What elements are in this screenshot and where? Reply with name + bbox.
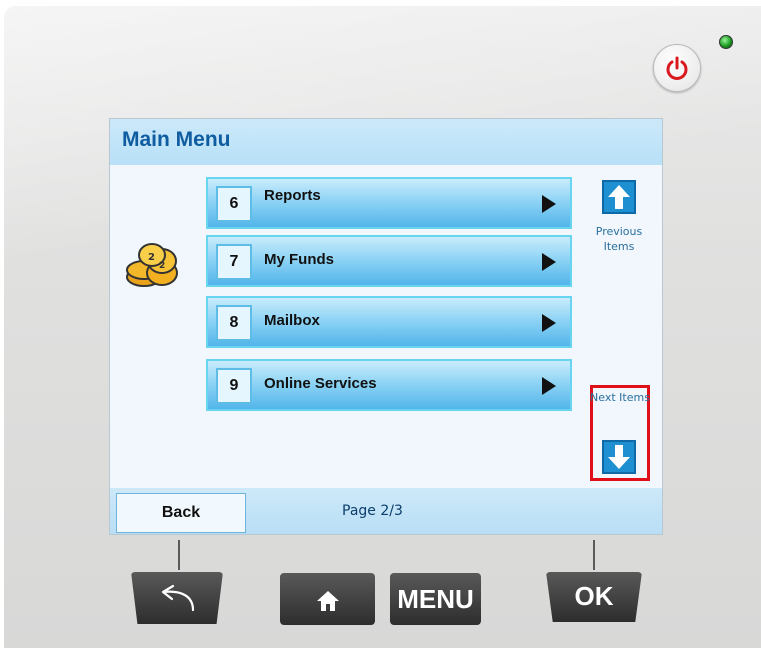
menu-button-label: MENU [397,584,474,614]
menu-item-number: 9 [216,368,252,404]
power-button[interactable] [653,44,701,92]
chevron-right-icon [542,314,556,332]
page-title: Main Menu [122,128,231,151]
menu-item-label: Reports [264,187,321,204]
status-led [719,35,733,49]
hardware-home-button[interactable] [280,573,375,625]
coins-icon: 2 2 [126,243,178,287]
menu-item-label: Mailbox [264,312,320,329]
menu-item-reports[interactable]: 6 Reports [206,177,572,229]
chevron-right-icon [542,377,556,395]
menu-item-number: 8 [216,305,252,341]
page-indicator: Page 2/3 [342,503,403,519]
undo-arrow-icon [161,584,195,612]
menu-item-number: 7 [216,244,252,280]
svg-text:2: 2 [148,252,155,263]
previous-items-button[interactable] [602,180,636,214]
divider-line [178,540,180,570]
menu-item-online-services[interactable]: 9 Online Services [206,359,572,411]
home-icon [317,591,339,611]
hardware-back-button[interactable] [131,572,223,624]
menu-item-mailbox[interactable]: 8 Mailbox [206,296,572,348]
up-arrow-icon [608,185,630,209]
bottom-bar: Back Page 2/3 [110,488,662,534]
hardware-menu-button[interactable]: MENU [390,573,481,625]
back-button[interactable]: Back [116,493,246,533]
next-items-label: Next Items [590,391,650,404]
next-items-button[interactable] [602,440,636,474]
menu-item-my-funds[interactable]: 7 My Funds [206,235,572,287]
divider-line [593,540,595,570]
down-arrow-icon [608,445,630,469]
screen: Main Menu 2 2 6 Reports 7 My Funds 8 Mai… [110,119,662,534]
chevron-right-icon [542,195,556,213]
title-bar: Main Menu [110,119,662,165]
menu-item-label: Online Services [264,375,377,392]
svg-text:2: 2 [159,261,165,271]
previous-items-label: Previous Items [595,225,643,253]
ok-button-label: OK [574,581,614,611]
menu-item-label: My Funds [264,251,334,268]
menu-item-number: 6 [216,186,252,222]
chevron-right-icon [542,253,556,271]
hardware-ok-button[interactable]: OK [546,572,642,622]
power-icon [666,56,688,80]
